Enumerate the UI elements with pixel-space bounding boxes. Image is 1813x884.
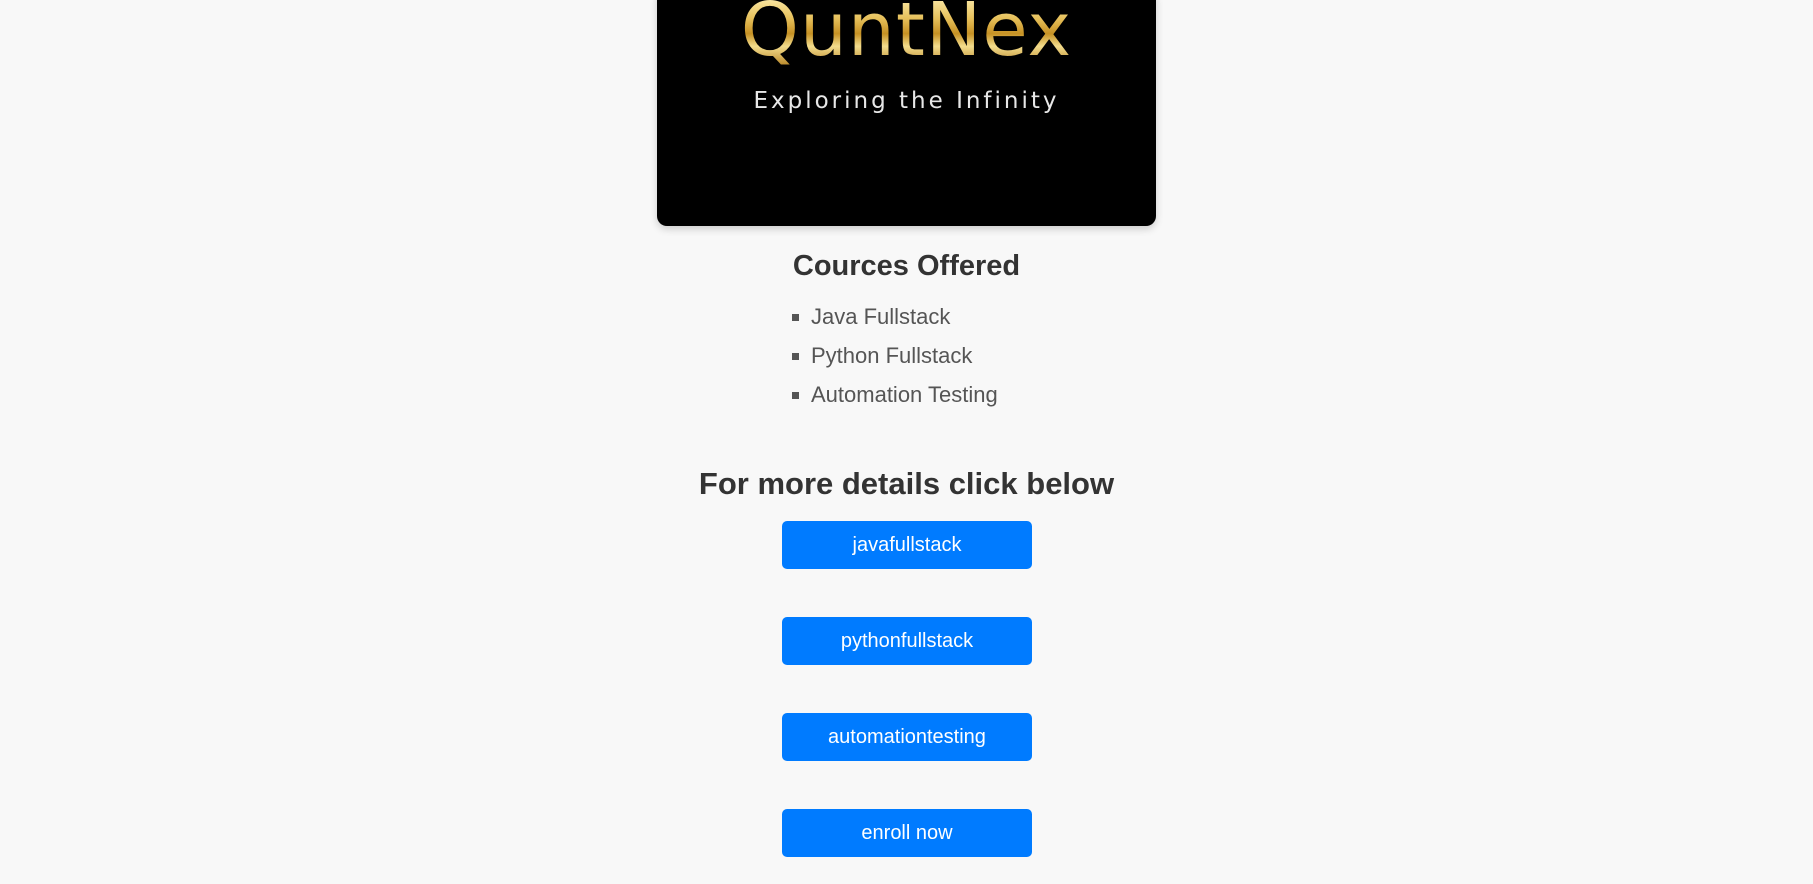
details-heading: For more details click below (698, 466, 1115, 501)
javafullstack-button[interactable]: javafullstack (782, 521, 1032, 569)
course-label: Python Fullstack (811, 343, 973, 368)
courses-heading: Cources Offered (792, 250, 1021, 282)
list-item: Python Fullstack (792, 339, 998, 378)
automationtesting-button[interactable]: automationtesting (782, 713, 1032, 761)
course-label: Automation Testing (811, 382, 998, 407)
square-bullet-icon (792, 392, 799, 399)
pythonfullstack-button[interactable]: pythonfullstack (782, 617, 1032, 665)
square-bullet-icon (792, 314, 799, 321)
square-bullet-icon (792, 353, 799, 360)
list-item: Java Fullstack (792, 300, 998, 339)
enroll-now-button[interactable]: enroll now (782, 809, 1032, 857)
courses-list: Java Fullstack Python Fullstack Automati… (792, 300, 998, 417)
course-label: Java Fullstack (811, 304, 951, 329)
logo-banner: QuntNex Exploring the Infinity (657, 0, 1156, 226)
logo-wordmark: QuntNex (657, 0, 1156, 67)
logo-tagline: Exploring the Infinity (753, 88, 1060, 114)
list-item: Automation Testing (792, 378, 998, 417)
